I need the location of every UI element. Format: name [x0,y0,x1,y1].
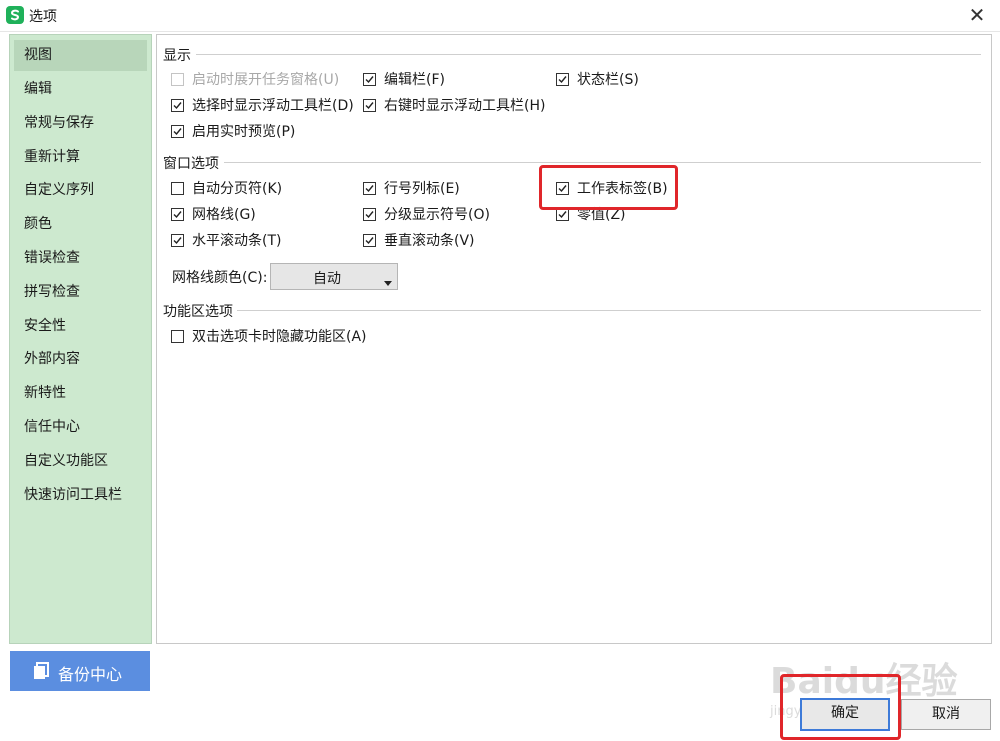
annotation-highlight-sheet-tabs [539,165,678,210]
checkbox-unchecked [171,73,184,86]
sidebar-item-error-check[interactable]: 错误检查 [14,243,147,274]
backup-icon [33,662,50,684]
check-icon [363,99,376,112]
sidebar-item-view[interactable]: 视图 [14,40,147,71]
check-icon [556,73,569,86]
sidebar-item-color[interactable]: 颜色 [14,209,147,240]
annotation-highlight-ok [780,674,901,740]
section-divider [224,162,981,163]
sidebar-item-trust-center[interactable]: 信任中心 [14,412,147,443]
backup-center-label: 备份中心 [58,665,123,684]
dropdown-arrow-icon [384,274,392,290]
sidebar-item-general-save[interactable]: 常规与保存 [14,108,147,139]
section-title-display: 显示 [163,48,191,64]
section-divider [196,54,981,55]
section-title-window-options: 窗口选项 [163,156,219,172]
check-icon [363,73,376,86]
gridline-color-dropdown[interactable]: 自动 [270,263,398,290]
check-icon [363,182,376,195]
sidebar-item-spell-check[interactable]: 拼写检查 [14,277,147,308]
cancel-button[interactable]: 取消 [901,699,991,730]
close-button[interactable]: ✕ [962,2,992,28]
checkbox-unchecked [171,182,184,195]
options-sidebar: 视图 编辑 常规与保存 重新计算 自定义序列 颜色 错误检查 拼写检查 安全性 … [9,34,152,644]
sidebar-item-quick-access[interactable]: 快速访问工具栏 [14,480,147,511]
gridline-color-label: 网格线颜色(C): [172,270,268,286]
title-bar: 选项 ✕ [0,0,1000,32]
window-title: 选项 [29,9,57,25]
check-icon [171,125,184,138]
sidebar-item-custom-lists[interactable]: 自定义序列 [14,175,147,206]
sidebar-item-custom-ribbon[interactable]: 自定义功能区 [14,446,147,477]
checkbox-unchecked [171,330,184,343]
check-icon [171,234,184,247]
gridline-color-value: 自动 [313,271,341,287]
section-title-ribbon: 功能区选项 [163,304,233,320]
check-icon [171,99,184,112]
backup-center-button[interactable]: 备份中心 [10,651,150,691]
check-icon [171,208,184,221]
section-divider [237,310,981,311]
sidebar-item-edit[interactable]: 编辑 [14,74,147,105]
sidebar-item-security[interactable]: 安全性 [14,311,147,342]
check-icon [363,208,376,221]
wps-spreadsheet-app-icon [6,6,24,24]
check-icon [363,234,376,247]
close-icon: ✕ [968,3,986,27]
sidebar-item-external[interactable]: 外部内容 [14,344,147,375]
sidebar-item-recalculate[interactable]: 重新计算 [14,142,147,173]
sidebar-item-new-features[interactable]: 新特性 [14,378,147,409]
